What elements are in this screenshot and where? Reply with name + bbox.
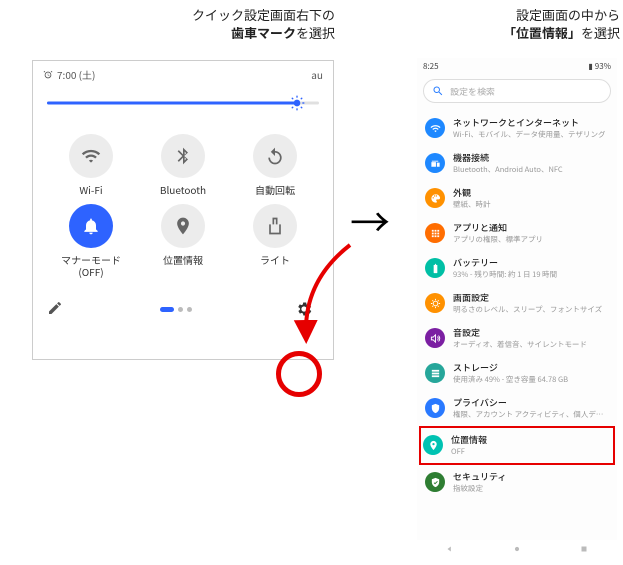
- qs-tile-bell[interactable]: マナーモード (OFF): [45, 204, 137, 278]
- gear-icon[interactable]: [289, 294, 319, 324]
- qs-tile-grid: Wi-Fi Bluetooth 自動回転マナーモード (OFF) 位置情報 ライト: [33, 120, 333, 288]
- settings-status-bar: 8:25 ▮ 93%: [417, 58, 617, 75]
- apps-icon: [425, 223, 445, 243]
- settings-item-security[interactable]: セキュリティ指紋設定: [421, 465, 613, 500]
- settings-item-storage[interactable]: ストレージ使用済み 49% - 空き容量 64.78 GB: [421, 356, 613, 391]
- settings-item-privacy[interactable]: プライバシー権限、アカウント アクティビティ、個人データ: [421, 391, 613, 426]
- settings-item-sub: 指紋設定: [453, 483, 506, 494]
- settings-item-sub: オーディオ、着信音、サイレントモード: [453, 339, 587, 350]
- devices-icon: [425, 153, 445, 173]
- qs-carrier: au: [311, 67, 323, 82]
- caption-left-pre: クイック設定画面右下の: [192, 5, 335, 24]
- qs-tile-flash[interactable]: ライト: [229, 204, 321, 278]
- qs-tile-label: Bluetooth: [160, 184, 206, 196]
- qs-tile-loc[interactable]: 位置情報: [137, 204, 229, 278]
- settings-item-display[interactable]: 画面設定明るさのレベル、スリープ、フォントサイズ: [421, 286, 613, 321]
- security-icon: [425, 472, 445, 492]
- caption-right-post: を選択: [581, 23, 620, 42]
- bell-icon: [69, 204, 113, 248]
- wifi-icon: [69, 134, 113, 178]
- settings-item-battery[interactable]: バッテリー93% - 残り時間: 約 1 日 19 時間: [421, 251, 613, 286]
- qs-tile-label: 位置情報: [163, 254, 203, 266]
- alarm-icon: [43, 70, 53, 80]
- settings-item-palette[interactable]: 外観壁紙、時計: [421, 181, 613, 216]
- settings-item-sub: Bluetooth、Android Auto、NFC: [453, 164, 563, 175]
- qs-tile-label: Wi-Fi: [79, 184, 102, 196]
- nav-home-icon[interactable]: [512, 544, 522, 554]
- caption-left-bold: 歯車マーク: [231, 23, 296, 42]
- page-dots: [160, 307, 192, 312]
- storage-icon: [425, 363, 445, 383]
- brightness-slider[interactable]: [47, 90, 319, 116]
- search-placeholder: 設定を検索: [450, 85, 495, 98]
- edit-icon[interactable]: [47, 297, 63, 321]
- settings-search[interactable]: 設定を検索: [423, 79, 611, 103]
- settings-item-title: 機器接続: [453, 151, 563, 164]
- search-icon: [432, 85, 444, 97]
- bt-icon: [161, 134, 205, 178]
- settings-item-loc[interactable]: 位置情報OFF: [419, 426, 615, 465]
- qs-tile-rotate[interactable]: 自動回転: [229, 134, 321, 196]
- nav-recent-icon[interactable]: [579, 544, 589, 554]
- settings-time: 8:25: [423, 61, 439, 72]
- settings-list: ネットワークとインターネットWi-Fi、モバイル、データ使用量、テザリング機器接…: [417, 111, 617, 500]
- settings-item-title: ネットワークとインターネット: [453, 116, 605, 129]
- qs-tile-bt[interactable]: Bluetooth: [137, 134, 229, 196]
- settings-item-sub: 権限、アカウント アクティビティ、個人データ: [453, 409, 609, 420]
- signal-icon: ▮: [588, 61, 592, 72]
- caption-right: 設定画面の中から 「位置情報」を選択: [440, 6, 620, 42]
- settings-item-title: 外観: [453, 186, 491, 199]
- settings-item-title: バッテリー: [453, 256, 557, 269]
- qs-tile-label: マナーモード (OFF): [61, 254, 121, 278]
- caption-right-pre: 設定画面の中から: [516, 5, 620, 24]
- caption-left: クイック設定画面右下の 歯車マークを選択: [105, 6, 335, 42]
- palette-icon: [425, 188, 445, 208]
- settings-item-sub: OFF: [451, 446, 487, 457]
- settings-item-title: ストレージ: [453, 361, 568, 374]
- nav-bar: [417, 540, 617, 558]
- settings-item-sub: Wi-Fi、モバイル、データ使用量、テザリング: [453, 129, 605, 140]
- qs-time: 7:00 (土): [57, 67, 95, 82]
- loc-icon: [161, 204, 205, 248]
- nav-back-icon[interactable]: [445, 544, 455, 554]
- qs-tile-label: 自動回転: [255, 184, 295, 196]
- settings-item-devices[interactable]: 機器接続Bluetooth、Android Auto、NFC: [421, 146, 613, 181]
- wifi-icon: [425, 118, 445, 138]
- settings-item-sub: 93% - 残り時間: 約 1 日 19 時間: [453, 269, 557, 280]
- qs-footer: [33, 288, 333, 332]
- settings-item-apps[interactable]: アプリと通知アプリの権限、標準アプリ: [421, 216, 613, 251]
- settings-battery: 93%: [595, 61, 611, 72]
- settings-item-title: 画面設定: [453, 291, 602, 304]
- battery-icon: [425, 258, 445, 278]
- quick-settings-panel: 7:00 (土) au Wi-Fi Bluetooth 自動回転マナーモード (OF…: [32, 60, 334, 360]
- brightness-thumb-icon[interactable]: [289, 95, 305, 111]
- settings-item-title: セキュリティ: [453, 470, 506, 483]
- settings-item-sub: 使用済み 49% - 空き容量 64.78 GB: [453, 374, 568, 385]
- flash-icon: [253, 204, 297, 248]
- qs-status-bar: 7:00 (土) au: [33, 61, 333, 84]
- rotate-icon: [253, 134, 297, 178]
- qs-tile-wifi[interactable]: Wi-Fi: [45, 134, 137, 196]
- display-icon: [425, 293, 445, 313]
- settings-item-title: アプリと通知: [453, 221, 543, 234]
- settings-item-title: プライバシー: [453, 396, 609, 409]
- caption-left-post: を選択: [296, 23, 335, 42]
- settings-screen: 8:25 ▮ 93% 設定を検索 ネットワークとインターネットWi-Fi、モバイ…: [417, 58, 617, 558]
- settings-item-title: 位置情報: [451, 433, 487, 446]
- settings-item-sound[interactable]: 音設定オーディオ、着信音、サイレントモード: [421, 321, 613, 356]
- settings-item-sub: アプリの権限、標準アプリ: [453, 234, 543, 245]
- qs-tile-label: ライト: [260, 254, 290, 266]
- settings-item-wifi[interactable]: ネットワークとインターネットWi-Fi、モバイル、データ使用量、テザリング: [421, 111, 613, 146]
- loc-icon: [423, 435, 443, 455]
- arrow-right-icon: →: [350, 200, 390, 240]
- settings-item-sub: 壁紙、時計: [453, 199, 491, 210]
- settings-item-title: 音設定: [453, 326, 587, 339]
- sound-icon: [425, 328, 445, 348]
- privacy-icon: [425, 398, 445, 418]
- settings-item-sub: 明るさのレベル、スリープ、フォントサイズ: [453, 304, 602, 315]
- caption-right-bold: 「位置情報」: [503, 23, 581, 42]
